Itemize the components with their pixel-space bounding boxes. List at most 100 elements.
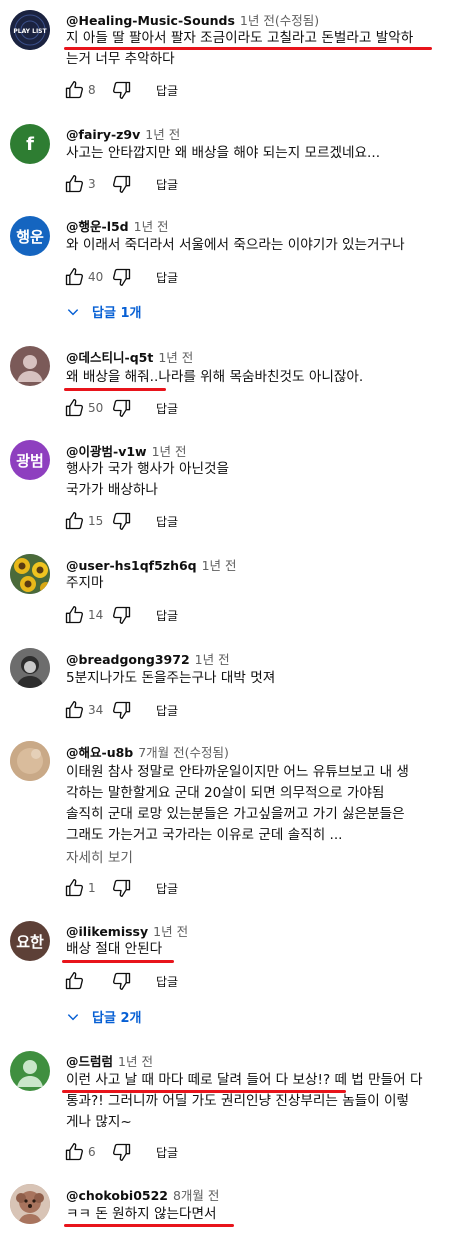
like-button[interactable]: [64, 80, 84, 100]
comment-text-line: 게나 많지~: [66, 1114, 132, 1130]
comment-text: 와 이래서 죽더라서 서울에서 죽으라는 이야기가 있는거구나: [66, 235, 446, 256]
like-button[interactable]: [64, 971, 84, 991]
comment-author[interactable]: @chokobi0522: [66, 1188, 168, 1203]
avatar[interactable]: [10, 346, 50, 386]
reply-button[interactable]: 답글: [156, 176, 178, 193]
comment-actions: 14 답글: [64, 604, 178, 626]
like-count: 50: [88, 401, 104, 415]
comment-time[interactable]: 7개월 전(수정됨): [138, 745, 229, 760]
comment-time[interactable]: 1년 전: [153, 924, 188, 939]
comment-author[interactable]: @fairy-z9v: [66, 127, 140, 142]
comment-author[interactable]: @드럼럼: [66, 1054, 113, 1069]
reply-button[interactable]: 답글: [156, 702, 178, 719]
like-button[interactable]: [64, 174, 84, 194]
avatar[interactable]: 광범: [10, 440, 50, 480]
comment-header: @breadgong3972 1년 전: [66, 649, 230, 668]
like-button[interactable]: [64, 267, 84, 287]
reply-button[interactable]: 답글: [156, 513, 178, 530]
dislike-button[interactable]: [112, 80, 132, 100]
like-count: 3: [88, 177, 96, 191]
comment-author[interactable]: @데스티니-q5t: [66, 350, 153, 365]
dislike-button[interactable]: [112, 1142, 132, 1162]
like-button[interactable]: [64, 398, 84, 418]
avatar-initial: 행운: [16, 227, 44, 246]
replies-count: 답글 2개: [92, 1011, 142, 1026]
comment-text-line: 각하는 말한할게요 군대 20살이 되면 의무적으로 가야됨: [66, 785, 385, 801]
dislike-button[interactable]: [112, 700, 132, 720]
comment-author[interactable]: @해요-u8b: [66, 745, 133, 760]
like-count: 34: [88, 703, 104, 717]
reply-button[interactable]: 답글: [156, 880, 178, 897]
avatar-initial: 요한: [16, 932, 44, 951]
comment-header: @데스티니-q5t 1년 전: [66, 347, 193, 366]
like-button[interactable]: [64, 700, 84, 720]
comment-text: 배상 절대 안된다: [66, 939, 446, 960]
avatar[interactable]: [10, 1184, 50, 1224]
comment-text-line: 통과?! 그러니까 어딜 가도 권리인냥 진상부리는 놈들이 이렇: [66, 1093, 410, 1109]
comment-text-line: 솔직히 군대 로망 있는분들은 가고싶을꺼고 가기 싫은분들은: [66, 806, 405, 822]
sunflower-photo-icon: [10, 554, 50, 594]
comment-text-line: 국가가 배상하나: [66, 482, 158, 498]
comment-header: @chokobi0522 8개월 전: [66, 1185, 219, 1204]
comment-time[interactable]: 1년 전(수정됨): [240, 13, 319, 28]
comment-author[interactable]: @ilikemissy: [66, 924, 148, 939]
dislike-button[interactable]: [112, 398, 132, 418]
comment-time[interactable]: 1년 전: [158, 350, 193, 365]
avatar[interactable]: [10, 741, 50, 781]
avatar[interactable]: 요한: [10, 921, 50, 961]
comment-author[interactable]: @breadgong3972: [66, 652, 190, 667]
red-underline-mark: [64, 47, 432, 50]
comment-author[interactable]: @행운-l5d: [66, 219, 129, 234]
comment-author[interactable]: @이광범-v1w: [66, 444, 147, 459]
dislike-button[interactable]: [112, 971, 132, 991]
read-more-link[interactable]: 자세히 보기: [66, 846, 133, 866]
dislike-button[interactable]: [112, 174, 132, 194]
thumbs-up-icon: [65, 511, 84, 530]
like-button[interactable]: [64, 511, 84, 531]
avatar[interactable]: [10, 1051, 50, 1091]
comment-time[interactable]: 8개월 전: [173, 1188, 219, 1203]
reply-button[interactable]: 답글: [156, 82, 178, 99]
avatar[interactable]: [10, 554, 50, 594]
comment-time[interactable]: 1년 전: [145, 127, 180, 142]
view-replies-button[interactable]: 답글 2개: [66, 1007, 141, 1026]
comment-actions: 8 답글: [64, 79, 178, 101]
dislike-button[interactable]: [112, 878, 132, 898]
red-underline-mark: [64, 388, 166, 391]
comment-text-line: 그래도 가는거고 국가라는 이유로 군데 솔직히 ...: [66, 827, 343, 843]
avatar[interactable]: 행운: [10, 216, 50, 256]
avatar[interactable]: PLAY LIST: [10, 10, 50, 50]
dislike-button[interactable]: [112, 267, 132, 287]
reply-button[interactable]: 답글: [156, 269, 178, 286]
comment-text: 주지마: [66, 573, 446, 594]
comment-header: @해요-u8b 7개월 전(수정됨): [66, 742, 229, 761]
comment-text-line: 이런 사고 날 때 마다 떼로 달려 들어 다 보상!? 떼 법 만들어 다: [66, 1072, 423, 1088]
comment-text-line: 왜 배상을 해줘..나라를 위해 목숨바친것도 아니잖아.: [66, 369, 364, 385]
reply-button[interactable]: 답글: [156, 607, 178, 624]
comment-time[interactable]: 1년 전: [152, 444, 187, 459]
comment-time[interactable]: 1년 전: [202, 558, 237, 573]
like-button[interactable]: [64, 1142, 84, 1162]
thumbs-down-icon: [113, 81, 131, 100]
comment-time[interactable]: 1년 전: [134, 219, 169, 234]
comment-header: @이광범-v1w 1년 전: [66, 441, 187, 460]
comment-author[interactable]: @Healing-Music-Sounds: [66, 13, 235, 28]
comment-header: @드럼럼 1년 전: [66, 1051, 153, 1070]
comment-text-line: 주지마: [66, 575, 104, 591]
reply-button[interactable]: 답글: [156, 973, 178, 990]
avatar[interactable]: f: [10, 124, 50, 164]
thumbs-down-icon: [113, 175, 131, 193]
comment-text-line: 배상 절대 안된다: [66, 941, 163, 957]
avatar[interactable]: [10, 648, 50, 688]
dislike-button[interactable]: [112, 605, 132, 625]
reply-button[interactable]: 답글: [156, 1144, 178, 1161]
view-replies-button[interactable]: 답글 1개: [66, 302, 141, 321]
reply-button[interactable]: 답글: [156, 400, 178, 417]
comment-time[interactable]: 1년 전: [118, 1054, 153, 1069]
like-button[interactable]: [64, 605, 84, 625]
comment-text: 이태원 참사 정말로 안타까운일이지만 어느 유튜브보고 내 생 각하는 말한할…: [66, 762, 446, 846]
like-button[interactable]: [64, 878, 84, 898]
comment-time[interactable]: 1년 전: [195, 652, 230, 667]
dislike-button[interactable]: [112, 511, 132, 531]
comment-author[interactable]: @user-hs1qf5zh6q: [66, 558, 197, 573]
